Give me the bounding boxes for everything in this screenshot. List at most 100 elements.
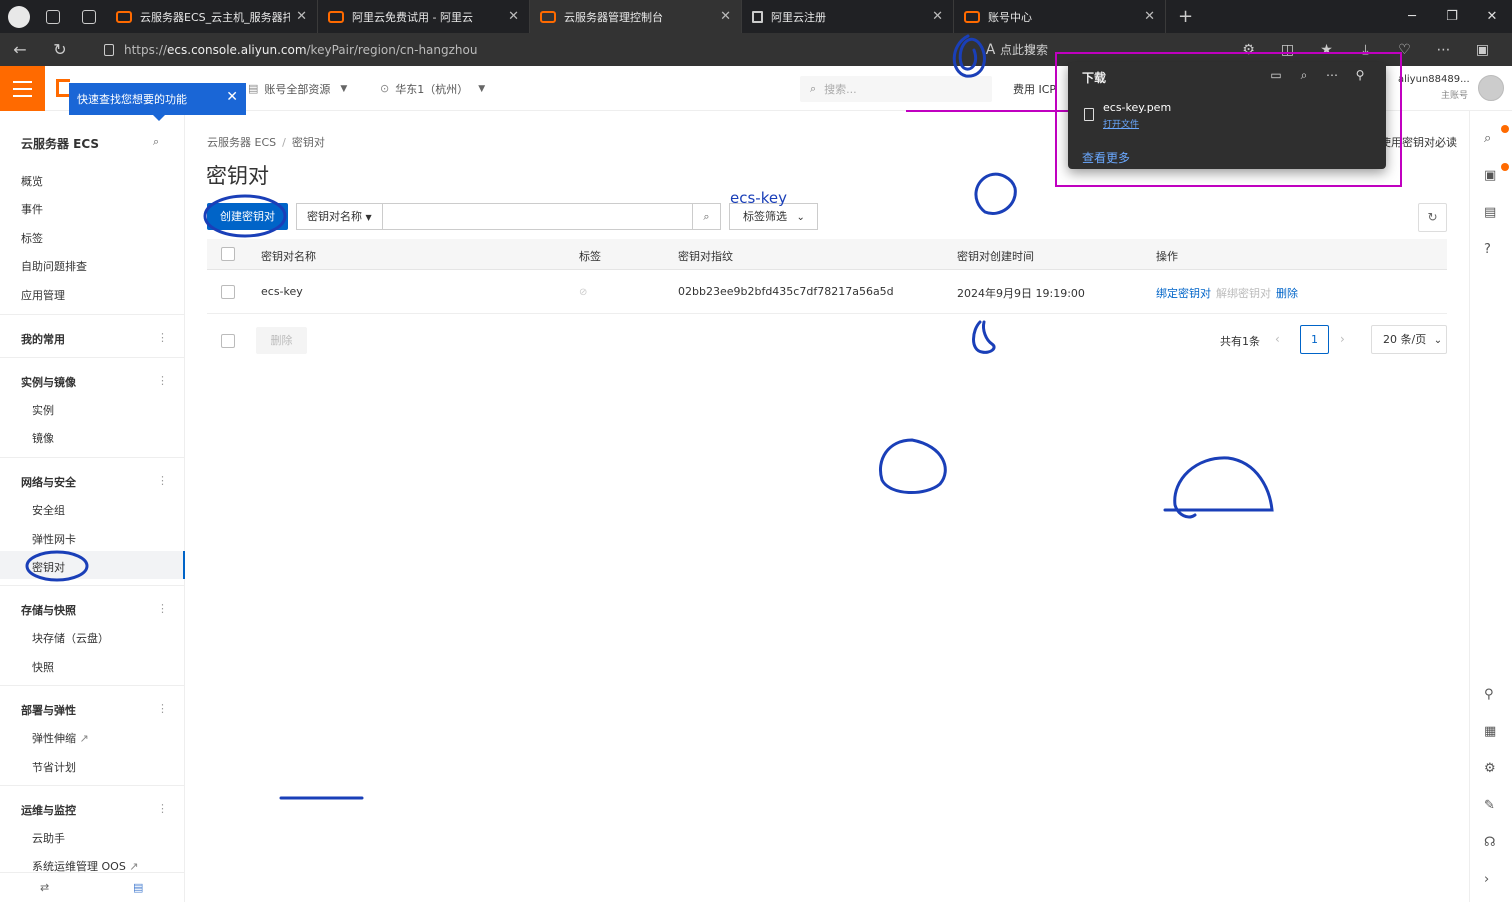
sidebar-item-overview[interactable]: 概览 (21, 173, 43, 189)
console-search[interactable]: ⌕ 搜索... (800, 76, 992, 102)
package-icon[interactable]: ▦ (1484, 724, 1496, 739)
close-icon[interactable]: ✕ (932, 9, 943, 24)
more-icon[interactable]: ⋮ (157, 331, 168, 344)
browser-tab[interactable]: 阿里云注册 ✕ (742, 0, 954, 33)
menu-icon[interactable] (0, 66, 45, 111)
header-links[interactable]: 费用 ICP (1013, 81, 1056, 97)
breadcrumb-ecs[interactable]: 云服务器 ECS (207, 136, 276, 149)
aliyun-logo[interactable] (56, 79, 70, 97)
sidebar-toggle-icon[interactable]: ▣ (1463, 42, 1502, 58)
back-icon[interactable]: ← (0, 40, 40, 59)
filter-field-select[interactable]: 密钥对名称 ▼ (296, 203, 383, 230)
sidebar-item-troubleshoot[interactable]: 自助问题排查 (21, 258, 87, 274)
sidebar-group-deploy[interactable]: 部署与弹性 (21, 702, 76, 718)
download-filename[interactable]: ecs-key.pem (1103, 101, 1171, 114)
sidebar-item-snapshot[interactable]: 快照 (32, 659, 54, 675)
tag-icon[interactable]: ⊘ (579, 285, 587, 298)
avatar[interactable] (1478, 75, 1504, 101)
select-all-checkbox[interactable] (221, 247, 235, 261)
prev-page-icon[interactable]: ‹ (1275, 332, 1280, 346)
favorite-icon[interactable]: ☆ (1010, 42, 1049, 58)
bulk-select-checkbox[interactable] (221, 334, 235, 348)
help-icon[interactable]: ? (1484, 242, 1491, 257)
sidebar-group-favorites[interactable]: 我的常用 (21, 331, 65, 347)
sidebar-item-instance[interactable]: 实例 (32, 402, 54, 418)
close-icon[interactable]: ✕ (226, 89, 238, 105)
chevron-right-icon[interactable]: › (1484, 872, 1489, 887)
more-icon[interactable]: ⋮ (157, 702, 168, 715)
minimize-icon[interactable]: ─ (1392, 0, 1432, 33)
browser-tab[interactable]: 云服务器ECS_云主机_服务器托管 ✕ (106, 0, 318, 33)
page-size-select[interactable]: 20 条/页 ⌄ (1371, 325, 1447, 354)
delete-link[interactable]: 删除 (1276, 285, 1298, 301)
user-info[interactable]: aliyun88489... 主账号 (1398, 74, 1470, 101)
see-more-link[interactable]: 查看更多 (1082, 149, 1130, 166)
browser-tab-active[interactable]: 云服务器管理控制台 ✕ (530, 0, 742, 33)
read-aloud-icon[interactable]: A (971, 42, 1010, 58)
search-icon[interactable]: ⌕ (693, 203, 721, 230)
refresh-button[interactable]: ↻ (1418, 203, 1447, 232)
bulk-delete-button[interactable]: 删除 (256, 327, 307, 354)
close-icon[interactable]: ✕ (296, 9, 307, 24)
sidebar-item-events[interactable]: 事件 (21, 201, 43, 217)
sidebar-item-image[interactable]: 镜像 (32, 430, 54, 446)
profile-icon[interactable] (8, 5, 30, 28)
sidebar-group-storage[interactable]: 存储与快照 (21, 602, 76, 618)
support-icon[interactable]: ☊ (1484, 835, 1496, 850)
resource-select[interactable]: ▤ 账号全部资源 ▼ (248, 76, 347, 101)
sidebar-item-cloud-assistant[interactable]: 云助手 (32, 830, 65, 846)
workspaces-icon[interactable] (46, 9, 60, 24)
sidebar-item-keypair[interactable]: 密钥对 (32, 559, 65, 575)
reload-icon[interactable]: ↻ (40, 40, 80, 59)
folder-icon[interactable]: ▭ (1262, 68, 1290, 83)
filter-input[interactable] (382, 203, 693, 230)
sidebar-item-savings-plan[interactable]: 节省计划 (32, 759, 76, 775)
message-icon[interactable]: ▣ (1484, 168, 1496, 183)
edit-icon[interactable]: ✎ (1484, 798, 1495, 813)
unbind-keypair-link[interactable]: 解绑密钥对 (1216, 285, 1271, 301)
browser-tab[interactable]: 阿里云免费试用 - 阿里云 ✕ (318, 0, 530, 33)
divider (0, 585, 184, 586)
bind-keypair-link[interactable]: 绑定密钥对 (1156, 285, 1211, 301)
next-page-icon[interactable]: › (1340, 332, 1345, 346)
sidebar-item-block-storage[interactable]: 块存储（云盘） (32, 630, 109, 646)
swap-icon[interactable]: ⇄ (40, 881, 49, 894)
sidebar-item-autoscaling[interactable]: 弹性伸缩 ↗ (32, 730, 89, 746)
sidebar-item-security-group[interactable]: 安全组 (32, 502, 65, 518)
browser-tab[interactable]: 账号中心 ✕ (954, 0, 1166, 33)
feedback-icon[interactable]: ▤ (133, 881, 143, 894)
sidebar-item-eni[interactable]: 弹性网卡 (32, 531, 76, 547)
tab-actions-icon[interactable] (82, 9, 96, 24)
search-icon[interactable]: ⌕ (153, 135, 159, 149)
settings-icon[interactable]: ⚙ (1484, 761, 1496, 776)
current-page[interactable]: 1 (1300, 325, 1329, 354)
more-icon[interactable]: ⋮ (157, 374, 168, 387)
restore-icon[interactable]: ❐ (1432, 0, 1472, 33)
search-icon[interactable]: ⌕ (1290, 68, 1318, 83)
file-icon (1084, 108, 1094, 121)
row-checkbox[interactable] (221, 285, 235, 299)
search-icon[interactable]: ⌕ (1484, 131, 1491, 146)
cart-icon[interactable]: ⚲ (1484, 687, 1494, 702)
new-tab-icon[interactable]: + (1178, 6, 1193, 27)
region-select[interactable]: ⊙ 华东1（杭州） ▼ (380, 76, 485, 101)
more-icon[interactable]: ⋮ (157, 602, 168, 615)
tag-filter-select[interactable]: 标签筛选 ⌄ (729, 203, 818, 230)
close-icon[interactable]: ✕ (1144, 9, 1155, 24)
open-file-link[interactable]: 打开文件 (1103, 117, 1139, 130)
close-window-icon[interactable]: ✕ (1472, 0, 1512, 33)
sidebar-group-ops[interactable]: 运维与监控 (21, 802, 76, 818)
more-icon[interactable]: ⋮ (157, 474, 168, 487)
sidebar-group-network[interactable]: 网络与安全 (21, 474, 76, 490)
more-icon[interactable]: ⋯ (1424, 42, 1463, 58)
sidebar-item-apps[interactable]: 应用管理 (21, 287, 65, 303)
close-icon[interactable]: ✕ (508, 9, 519, 24)
more-icon[interactable]: ⋯ (1318, 68, 1346, 83)
more-icon[interactable]: ⋮ (157, 802, 168, 815)
document-icon[interactable]: ▤ (1484, 205, 1496, 220)
close-icon[interactable]: ✕ (720, 9, 731, 24)
sidebar-item-tags[interactable]: 标签 (21, 230, 43, 246)
pin-icon[interactable]: ⚲ (1346, 68, 1374, 83)
create-keypair-button[interactable]: 创建密钥对 (207, 203, 288, 230)
sidebar-group-instances[interactable]: 实例与镜像 (21, 374, 76, 390)
